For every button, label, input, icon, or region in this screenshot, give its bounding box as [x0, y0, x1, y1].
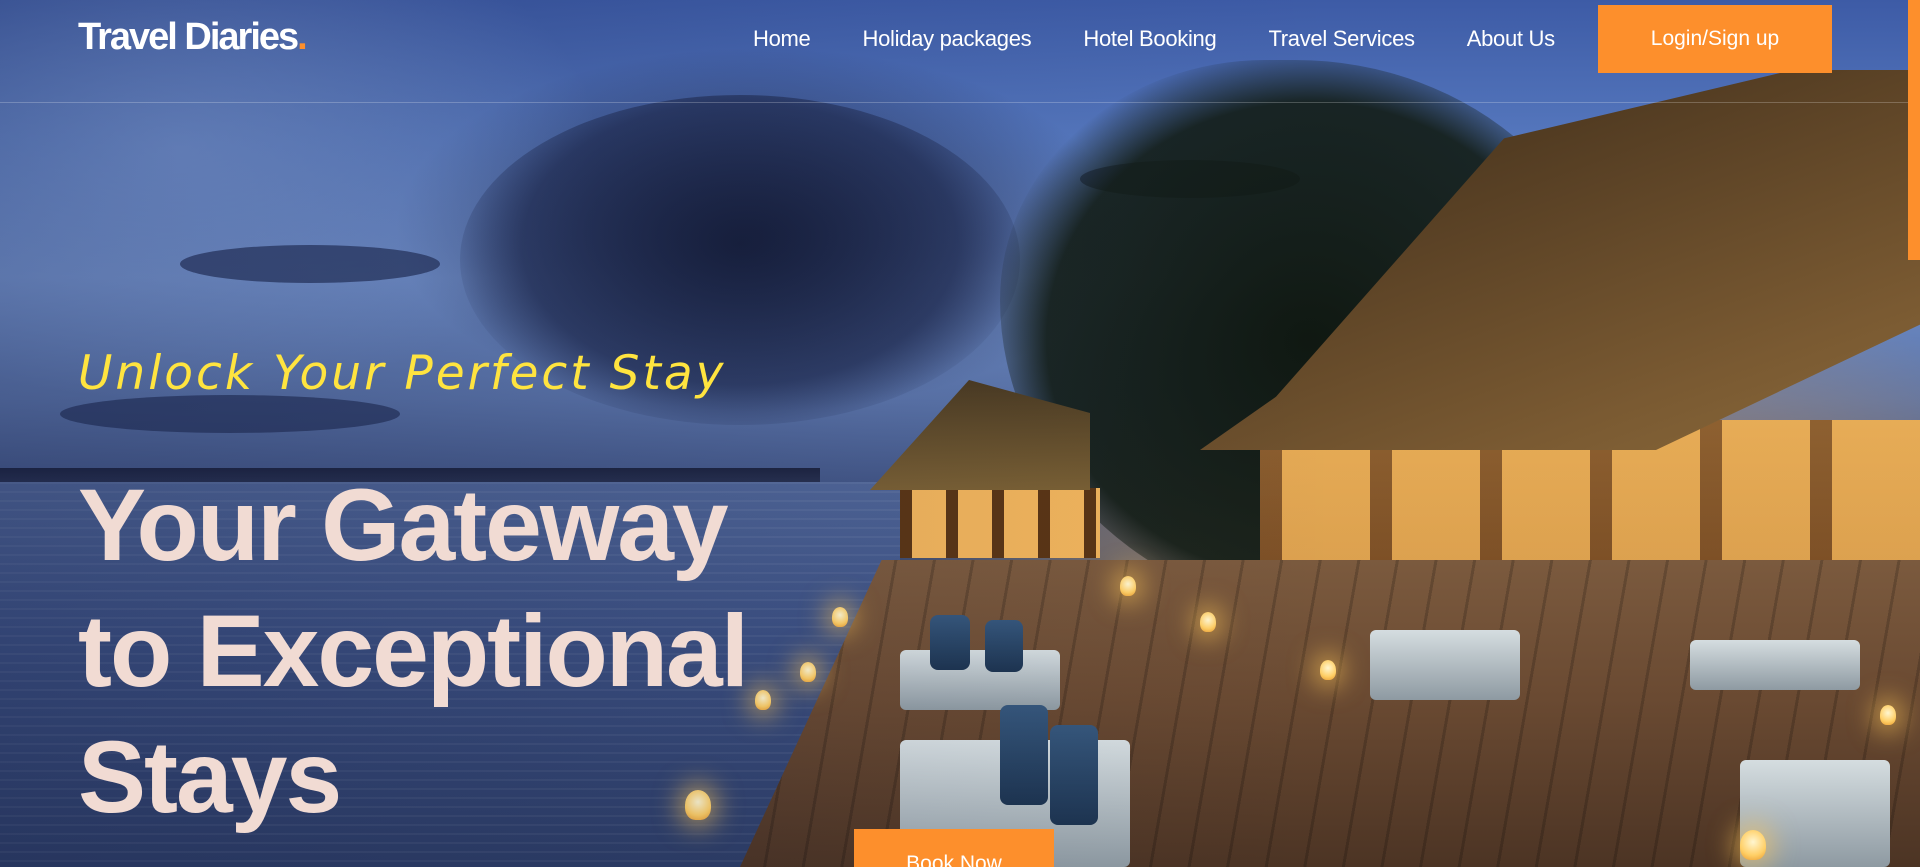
- nav-link-about-us[interactable]: About Us: [1467, 26, 1555, 51]
- book-now-button[interactable]: Book Now: [854, 829, 1054, 867]
- nav-link-holiday-packages[interactable]: Holiday packages: [863, 26, 1032, 51]
- hero-tagline: Unlock Your Perfect Stay: [78, 346, 727, 401]
- top-navbar: Travel Diaries. Home Holiday packages Ho…: [0, 0, 1920, 103]
- hero-headline: Your Gateway to Exceptional Stays: [78, 468, 749, 834]
- login-signup-button[interactable]: Login/Sign up: [1598, 5, 1832, 73]
- nav-link-travel-services[interactable]: Travel Services: [1268, 26, 1415, 51]
- brand-dot: .: [297, 16, 307, 58]
- scrollbar-thumb[interactable]: [1908, 0, 1920, 260]
- hero-section: Travel Diaries. Home Holiday packages Ho…: [0, 0, 1920, 867]
- brand-name: Travel Diaries: [78, 16, 299, 58]
- nav-link-home[interactable]: Home: [753, 26, 811, 51]
- nav-link-hotel-booking[interactable]: Hotel Booking: [1083, 26, 1216, 51]
- brand-logo[interactable]: Travel Diaries.: [78, 16, 308, 59]
- nav-menu: Home Holiday packages Hotel Booking Trav…: [753, 26, 1607, 52]
